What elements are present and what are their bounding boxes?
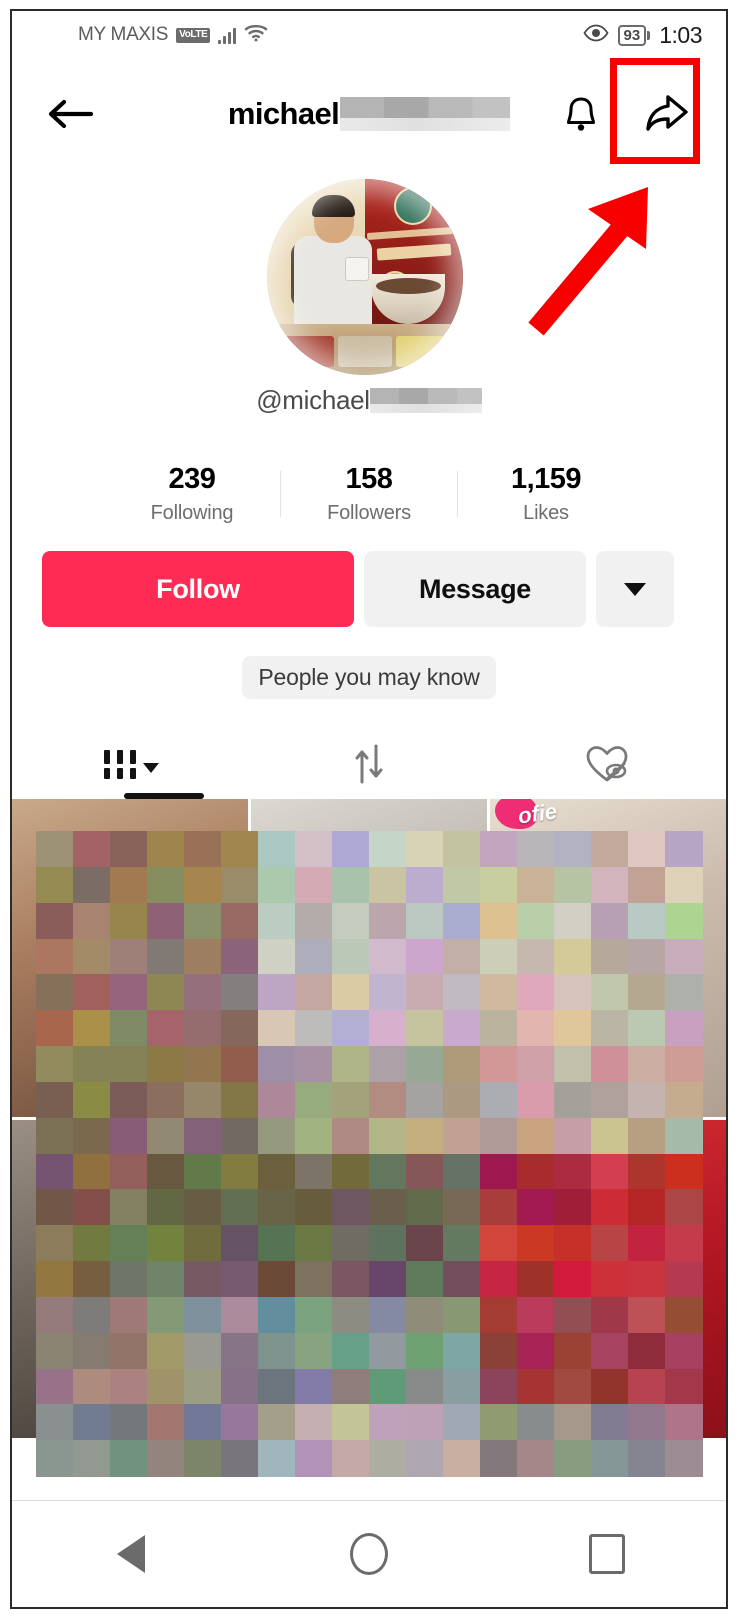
video-thumbnail[interactable]: ofie xyxy=(490,799,726,1117)
stat-following[interactable]: 239 Following xyxy=(104,463,280,525)
back-arrow-icon xyxy=(46,97,94,131)
chevron-down-icon xyxy=(143,763,159,773)
heart-hidden-icon xyxy=(584,743,630,785)
header-title-wrap: michael xyxy=(12,89,726,139)
stat-value: 158 xyxy=(281,463,457,496)
stat-label: Followers xyxy=(281,502,457,525)
profile-stats: 239 Following 158 Followers 1,159 Likes xyxy=(12,451,726,537)
android-nav-bar xyxy=(12,1500,726,1607)
thumbnail-accent xyxy=(322,1317,431,1381)
stat-value: 239 xyxy=(104,463,280,496)
signal-bars-icon xyxy=(218,27,236,44)
status-bar-left: MY MAXIS VoLTE xyxy=(78,24,268,47)
video-thumbnail[interactable] xyxy=(251,799,487,1117)
stat-label: Following xyxy=(104,502,280,525)
nav-back-button[interactable] xyxy=(71,1518,191,1590)
profile-actions: Follow Message xyxy=(42,551,696,627)
redacted-handle-block xyxy=(370,388,482,413)
avatar-vignette xyxy=(267,179,463,375)
page-title: michael xyxy=(228,96,339,132)
carrier-label: MY MAXIS xyxy=(78,24,168,46)
stat-likes[interactable]: 1,159 Likes xyxy=(458,463,634,525)
app-header: michael xyxy=(12,59,726,169)
more-options-button[interactable] xyxy=(596,551,674,627)
message-button[interactable]: Message xyxy=(364,551,586,627)
video-row xyxy=(12,1120,726,1438)
share-button[interactable] xyxy=(636,87,698,141)
handle-row: @michael xyxy=(12,385,726,416)
redacted-username-block xyxy=(340,97,510,131)
status-bar-right: 93 1:03 xyxy=(583,22,702,49)
battery-indicator: 93 xyxy=(618,25,651,46)
stat-label: Likes xyxy=(458,502,634,525)
battery-level-label: 93 xyxy=(618,25,647,46)
video-grid: ofie xyxy=(12,799,726,1479)
video-thumbnail[interactable] xyxy=(251,1120,487,1438)
notifications-button[interactable] xyxy=(554,87,608,141)
nav-home-circle-icon xyxy=(350,1533,388,1575)
tab-liked[interactable] xyxy=(488,729,726,799)
nav-recents-square-icon xyxy=(589,1534,625,1574)
video-thumbnail[interactable] xyxy=(12,799,248,1117)
phone-frame: MY MAXIS VoLTE 93 1:03 michael @michael … xyxy=(10,9,728,1609)
battery-cap xyxy=(647,31,650,40)
back-button[interactable] xyxy=(42,89,98,139)
nav-home-button[interactable] xyxy=(309,1518,429,1590)
volte-badge: VoLTE xyxy=(176,28,210,43)
nav-recents-button[interactable] xyxy=(547,1518,667,1590)
phone-screen: MY MAXIS VoLTE 93 1:03 michael @michael … xyxy=(12,11,726,1607)
share-arrow-icon xyxy=(644,93,690,135)
chevron-down-icon xyxy=(624,583,646,596)
nav-back-triangle-icon xyxy=(117,1535,145,1573)
suggestion-row: People you may know xyxy=(12,656,726,699)
tab-reposts[interactable] xyxy=(250,729,488,799)
follow-button[interactable]: Follow xyxy=(42,551,354,627)
annotation-arrow-icon xyxy=(520,171,680,336)
wifi-icon xyxy=(244,24,268,47)
tab-posts[interactable] xyxy=(12,729,250,799)
repost-arrows-icon xyxy=(349,742,389,786)
stat-value: 1,159 xyxy=(458,463,634,496)
status-bar: MY MAXIS VoLTE 93 1:03 xyxy=(12,11,726,59)
eye-icon xyxy=(583,24,609,47)
thumbnail-caption: ofie xyxy=(517,799,559,830)
video-thumbnail[interactable] xyxy=(12,1120,248,1438)
profile-tabs xyxy=(12,729,726,799)
video-thumbnail[interactable] xyxy=(490,1120,726,1438)
bell-icon xyxy=(563,94,599,134)
stat-followers[interactable]: 158 Followers xyxy=(281,463,457,525)
avatar[interactable] xyxy=(267,179,463,375)
profile-handle: @michael xyxy=(256,385,370,416)
people-you-may-know-button[interactable]: People you may know xyxy=(242,656,495,699)
clock-label: 1:03 xyxy=(659,22,702,49)
video-row: ofie xyxy=(12,799,726,1117)
grid-icon xyxy=(104,750,159,779)
